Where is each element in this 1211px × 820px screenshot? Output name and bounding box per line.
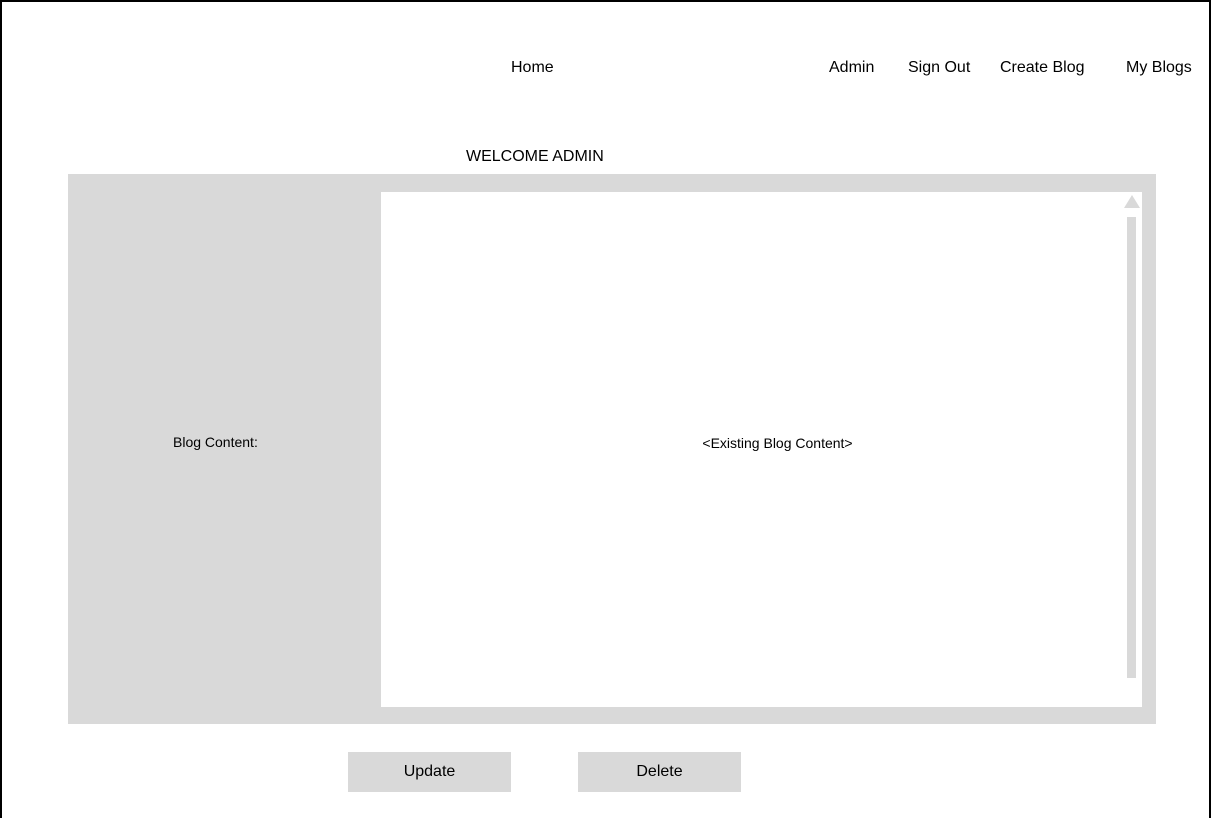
nav-home-link[interactable]: Home xyxy=(511,58,554,78)
delete-button[interactable]: Delete xyxy=(578,752,741,792)
blog-content-textarea[interactable]: <Existing Blog Content> xyxy=(381,192,1142,707)
nav-my-blogs-link[interactable]: My Blogs xyxy=(1126,58,1192,78)
page-title: WELCOME ADMIN xyxy=(466,148,604,165)
nav-admin-link[interactable]: Admin xyxy=(829,58,874,78)
vertical-scrollbar[interactable] xyxy=(1127,217,1136,678)
nav-sign-out-link[interactable]: Sign Out xyxy=(908,58,970,78)
update-button[interactable]: Update xyxy=(348,752,511,792)
nav-create-blog-link[interactable]: Create Blog xyxy=(1000,58,1085,78)
blog-content-label: Blog Content: xyxy=(173,434,258,450)
blog-content-text: <Existing Blog Content> xyxy=(702,435,853,451)
scroll-up-arrow-icon[interactable] xyxy=(1124,195,1140,208)
